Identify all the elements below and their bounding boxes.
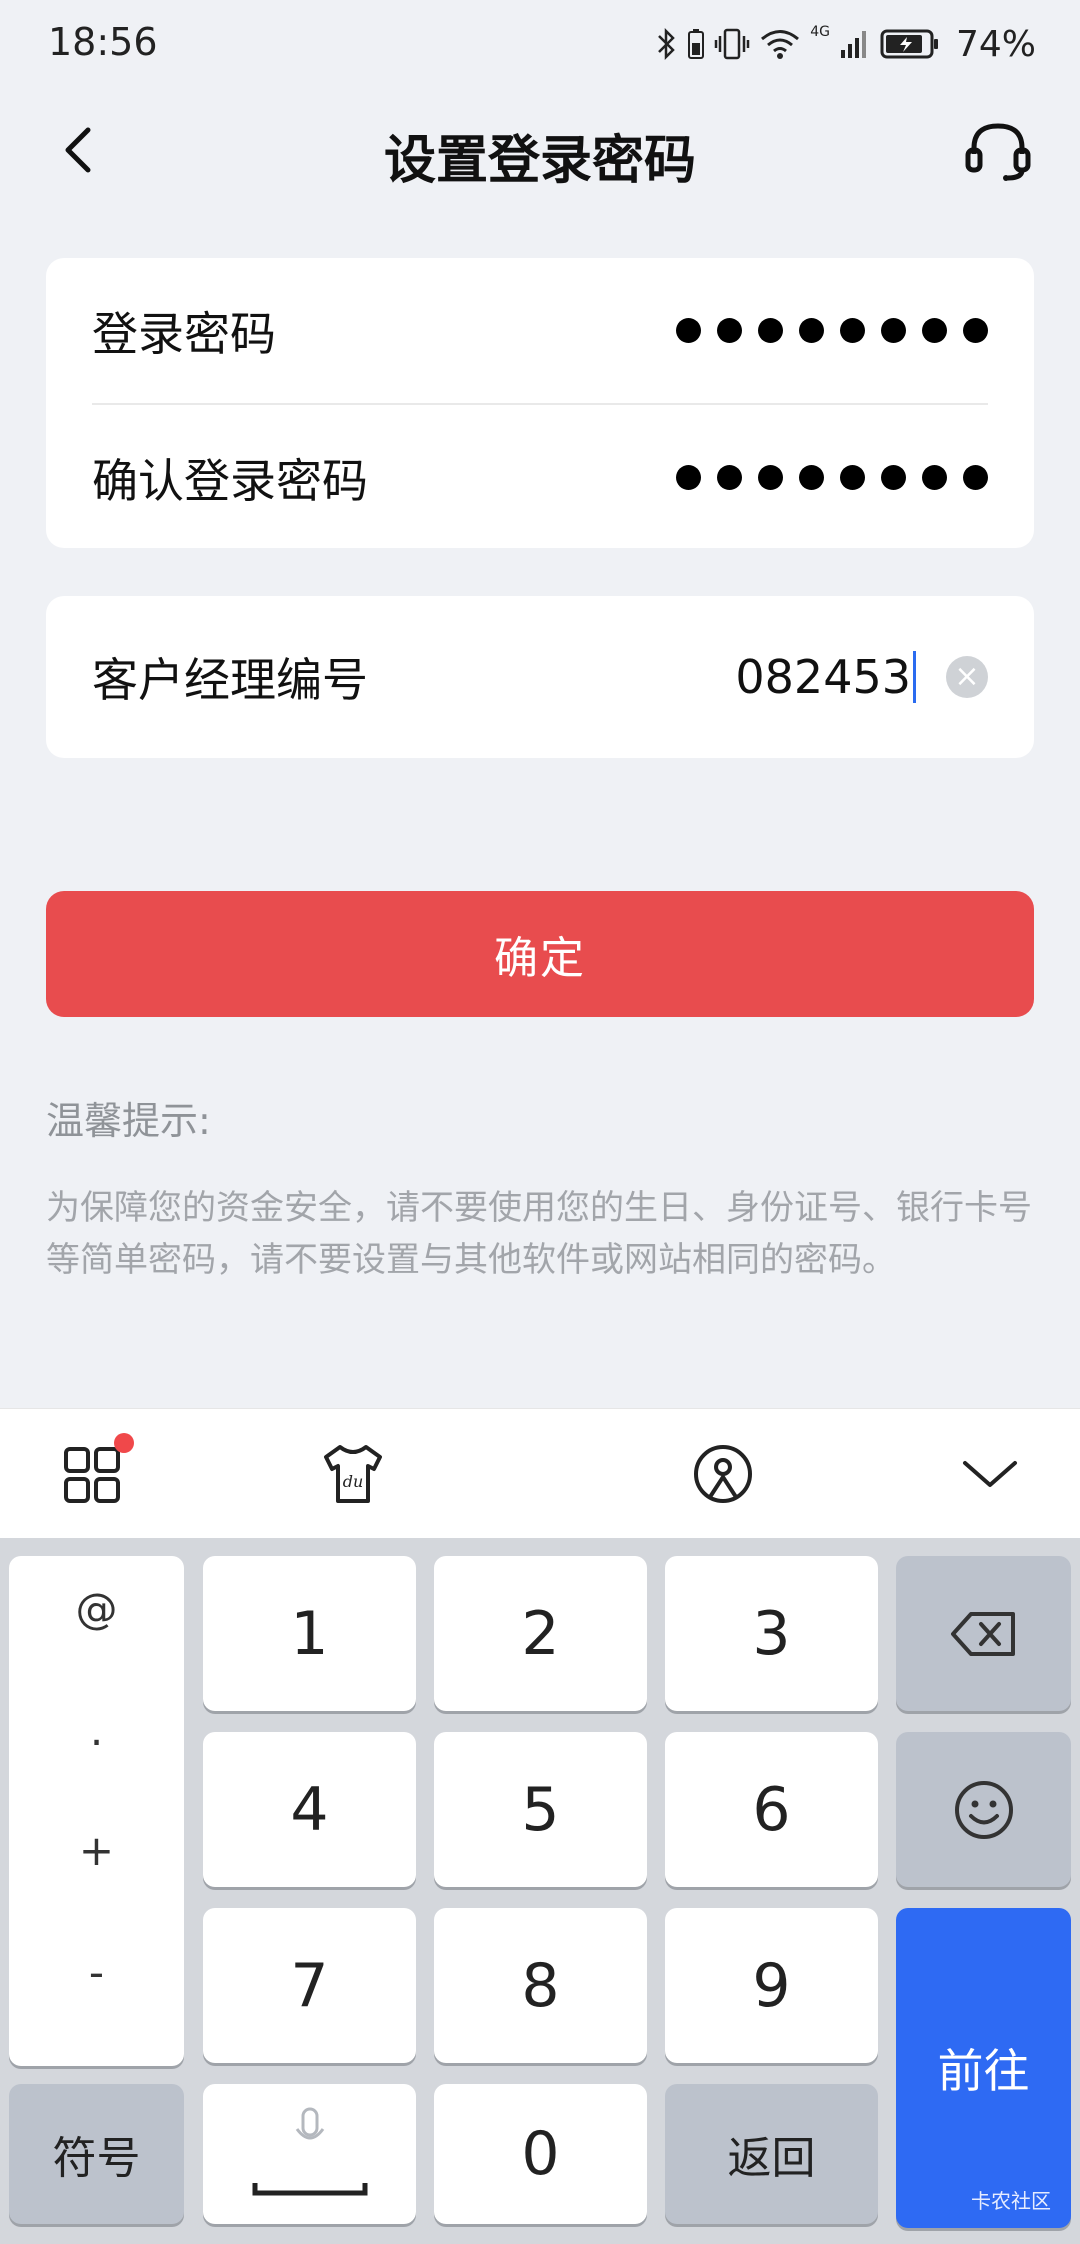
watermark: 卡农社区 [971,2189,1051,2213]
go-key[interactable]: 前往 卡农社区 [896,1908,1071,2228]
masked-dot [758,318,783,343]
key-7[interactable]: 7 [203,1908,416,2063]
key-6[interactable]: 6 [665,1732,878,1887]
tips-body: 为保障您的资金安全，请不要使用您的生日、身份证号、银行卡号等简单密码，请不要设置… [46,1188,1032,1280]
masked-dot [840,318,865,343]
notification-badge [114,1433,134,1453]
key-plus[interactable]: + [9,1826,184,1875]
masked-dot [676,465,701,490]
space-key[interactable] [203,2084,416,2224]
tips-title: 温馨提示: [46,1099,211,1143]
masked-dot [717,318,742,343]
key-dot[interactable]: . [9,1706,184,1755]
confirm-button[interactable]: 确定 [46,891,1034,1017]
masked-dot [799,318,824,343]
battery-small-icon [688,29,705,59]
clear-icon[interactable]: × [946,655,988,698]
key-minus[interactable]: - [9,1948,184,1997]
battery-icon [880,29,938,59]
masked-dot [922,465,947,490]
password-row[interactable]: 登录密码 [92,258,988,403]
status-bar: 18:56 4G 74% [0,0,1080,90]
text-caret [913,650,916,703]
key-2[interactable]: 2 [434,1556,647,1711]
masked-dot [963,318,988,343]
key-1[interactable]: 1 [203,1556,416,1711]
page-title: 设置登录密码 [383,131,696,191]
key-3[interactable]: 3 [665,1556,878,1711]
symbol-key[interactable]: 符号 [9,2084,184,2224]
masked-dot [963,465,988,490]
password-field[interactable] [676,318,988,343]
return-key[interactable]: 返回 [665,2084,878,2224]
key-4[interactable]: 4 [203,1732,416,1887]
confirm-password-label: 确认登录密码 [92,453,368,508]
masked-dot [758,465,783,490]
key-5[interactable]: 5 [434,1732,647,1887]
microphone-space-icon [252,2107,367,2196]
ai-assistant-icon[interactable] [688,1439,758,1509]
symbol-column[interactable]: @ . + - [9,1556,184,2066]
masked-dot [799,465,824,490]
nav-bar: 设置登录密码 [0,90,1080,210]
go-key-label: 前往 [937,2044,1030,2098]
masked-dot [881,318,906,343]
masked-dot [881,465,906,490]
password-label: 登录密码 [92,306,276,361]
wifi-icon [761,30,800,59]
network-type-label: 4G [810,24,830,40]
manager-row[interactable]: 客户经理编号 082453 × [92,604,988,749]
backspace-key[interactable] [896,1556,1071,1711]
key-at[interactable]: @ [9,1584,184,1633]
masked-dot [717,465,742,490]
confirm-password-row[interactable]: 确认登录密码 [92,405,988,550]
key-9[interactable]: 9 [665,1908,878,2063]
headset-support-icon[interactable] [962,114,1034,186]
emoji-smile-icon [954,1780,1013,1839]
bluetooth-icon [658,27,675,61]
numeric-keyboard: @ . + - 1 2 3 4 5 6 7 8 9 前往 卡农社区 符号 0 返… [0,1538,1080,2244]
manager-input-value[interactable]: 082453 [735,650,911,704]
masked-dot [676,318,701,343]
backspace-icon [950,1611,1015,1656]
key-8[interactable]: 8 [434,1908,647,2063]
skin-shirt-icon[interactable]: du [318,1439,388,1509]
password-card: 登录密码 确认登录密码 [46,258,1034,548]
status-icons: 4G 74% [656,22,1036,66]
masked-dot [922,318,947,343]
manager-field[interactable]: 082453 × [735,650,988,704]
keyboard-toolbar: du [0,1408,1080,1538]
vibrate-icon [714,28,750,60]
svg-text:du: du [343,1472,364,1491]
key-0[interactable]: 0 [434,2084,647,2224]
battery-percent: 74% [955,23,1036,65]
confirm-password-field[interactable] [676,465,988,490]
collapse-keyboard-icon[interactable] [955,1439,1025,1509]
status-time: 18:56 [48,20,158,64]
signal-icon [840,31,866,58]
manager-label: 客户经理编号 [92,652,368,707]
masked-dot [840,465,865,490]
emoji-key[interactable] [896,1732,1071,1887]
apps-grid-icon[interactable] [60,1433,134,1509]
manager-card: 客户经理编号 082453 × [46,596,1034,758]
